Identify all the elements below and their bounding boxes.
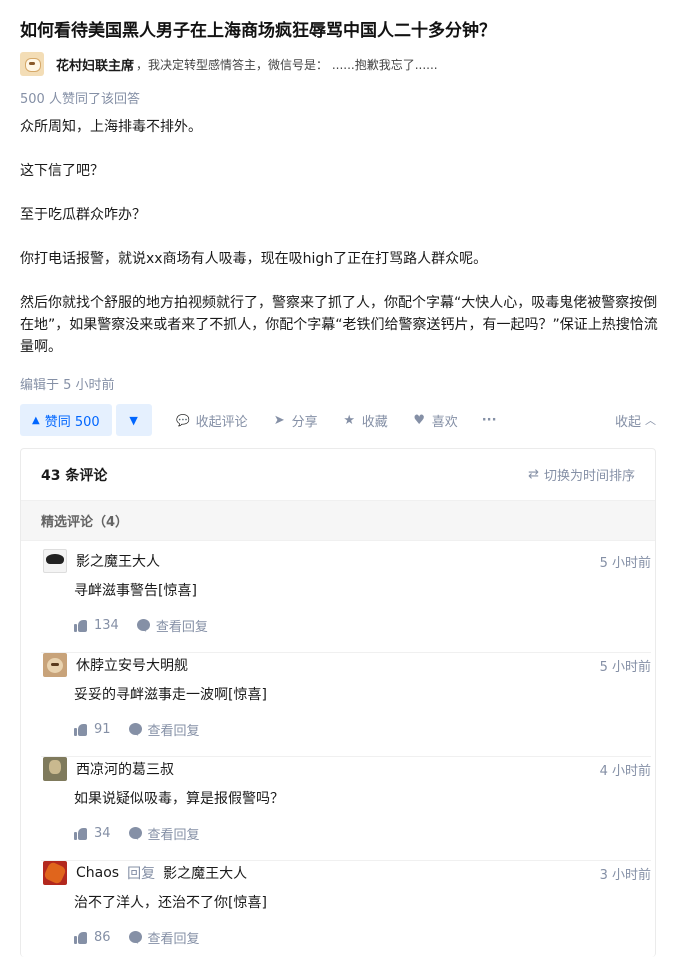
heart-icon: ♥ bbox=[413, 412, 426, 428]
answer-content: 众所周知，上海排毒不排外。 这下信了吧？ 至于吃瓜群众咋办？ 你打电话报警，就说… bbox=[20, 116, 660, 358]
comment-like-button[interactable]: 86 bbox=[74, 930, 111, 945]
comment-like-button[interactable]: 91 bbox=[74, 722, 111, 737]
comments-count: 43 条评论 bbox=[41, 467, 108, 484]
comment-like-button[interactable]: 34 bbox=[74, 826, 111, 841]
comment-text: 治不了洋人，还治不了你[惊喜] bbox=[74, 895, 267, 911]
view-replies-label: 查看回复 bbox=[155, 619, 208, 635]
comment-text: 如果说疑似吸毒，算是报假警吗？ bbox=[74, 791, 284, 807]
favorite-button[interactable]: ★ 收藏 bbox=[342, 411, 388, 430]
commenter-name[interactable]: 西凉河的葛三叔 bbox=[76, 759, 174, 779]
comment-item: 影之魔王大人 5 小时前 寻衅滋事警告[惊喜] 134 查看回复 bbox=[41, 549, 651, 653]
comment-bubble-icon bbox=[128, 723, 142, 735]
more-icon: ··· bbox=[481, 412, 497, 428]
comment-item: 休脖立安号大明舰 5 小时前 妥妥的寻衅滋事走一波啊[惊喜] 91 查看回复 bbox=[41, 653, 651, 757]
thumbs-up-icon bbox=[74, 619, 88, 632]
collapse-comments-button[interactable]: 💬 收起评论 bbox=[176, 411, 248, 430]
view-replies-button[interactable]: 查看回复 bbox=[128, 720, 200, 739]
star-icon: ★ bbox=[343, 412, 356, 428]
collapse-button[interactable]: 收起 ︿ bbox=[615, 411, 656, 430]
chevron-up-icon: ︿ bbox=[645, 414, 656, 427]
commenter-avatar[interactable] bbox=[43, 549, 67, 573]
answer-paragraph: 至于吃瓜群众咋办？ bbox=[20, 207, 146, 223]
edit-time[interactable]: 编辑于 5 小时前 bbox=[20, 374, 115, 393]
author-bio: ，我决定转型感情答主，微信号是： ......抱歉我忘了...... bbox=[136, 57, 438, 72]
thumbs-up-icon bbox=[74, 827, 88, 840]
comment-bubble-icon bbox=[128, 827, 142, 839]
comments-panel: 43 条评论 ⇄ 切换为时间排序 精选评论（4） 影之魔王大人 5 小时前 寻衅… bbox=[20, 448, 656, 957]
triangle-down-icon: ▼ bbox=[129, 413, 138, 427]
comment-actions: 34 查看回复 bbox=[74, 823, 200, 843]
comment-header: 休脖立安号大明舰 5 小时前 bbox=[41, 653, 651, 677]
comment-time: 3 小时前 bbox=[599, 867, 651, 883]
downvote-button[interactable]: ▼ bbox=[115, 404, 152, 436]
answer-paragraph: 你打电话报警，就说xx商场有人吸毒，现在吸high了正在打骂路人群众呢。 bbox=[20, 251, 488, 267]
answer-paragraph: 众所周知，上海排毒不排外。 bbox=[20, 119, 202, 135]
comment-header: Chaos 回复 影之魔王大人 3 小时前 bbox=[41, 861, 651, 885]
upvote-label: 赞同 500 bbox=[44, 414, 100, 430]
more-button[interactable]: ··· bbox=[482, 413, 497, 428]
featured-comments-header: 精选评论（4） bbox=[21, 501, 655, 541]
view-replies-label: 查看回复 bbox=[147, 931, 200, 947]
comment-item: Chaos 回复 影之魔王大人 3 小时前 治不了洋人，还治不了你[惊喜] 86… bbox=[41, 861, 651, 957]
vote-summary[interactable]: 500 人赞同了该回答 bbox=[20, 88, 140, 107]
comment-bubble-icon bbox=[136, 619, 150, 631]
like-button[interactable]: ♥ 喜欢 bbox=[412, 411, 458, 430]
comment-actions: 86 查看回复 bbox=[74, 927, 200, 947]
author-row: 花村妇联主席 ，我决定转型感情答主，微信号是： ......抱歉我忘了.....… bbox=[20, 52, 438, 76]
commenter-name[interactable]: 休脖立安号大明舰 bbox=[76, 655, 188, 675]
answer-paragraph: 这下信了吧？ bbox=[20, 163, 104, 179]
comment-like-count: 91 bbox=[94, 721, 111, 737]
triangle-up-icon: ▲ bbox=[32, 414, 40, 426]
share-label: 分享 bbox=[291, 414, 318, 430]
view-replies-label: 查看回复 bbox=[147, 723, 200, 739]
question-title[interactable]: 如何看待美国黑人男子在上海商场疯狂辱骂中国人二十多分钟？ bbox=[20, 18, 660, 44]
comment-like-count: 34 bbox=[94, 825, 111, 841]
action-bar: ▲ 赞同 500 ▼ 💬 收起评论 ➤ 分享 ★ 收藏 ♥ 喜欢 ··· 收起 … bbox=[20, 404, 656, 436]
share-icon: ➤ bbox=[273, 412, 285, 428]
like-label: 喜欢 bbox=[431, 414, 458, 430]
reply-indicator: 回复 bbox=[127, 866, 156, 882]
comment-time: 5 小时前 bbox=[599, 555, 651, 571]
comment-like-button[interactable]: 134 bbox=[74, 618, 119, 633]
comment-text: 妥妥的寻衅滋事走一波啊[惊喜] bbox=[74, 687, 267, 703]
collapse-comments-label: 收起评论 bbox=[195, 414, 248, 430]
commenter-name[interactable]: Chaos bbox=[76, 865, 119, 881]
comment-like-count: 134 bbox=[94, 617, 119, 633]
thumbs-up-icon bbox=[74, 723, 88, 736]
comment-time: 4 小时前 bbox=[599, 763, 651, 779]
comment-text: 寻衅滋事警告[惊喜] bbox=[74, 583, 197, 599]
view-replies-button[interactable]: 查看回复 bbox=[128, 824, 200, 843]
view-replies-button[interactable]: 查看回复 bbox=[136, 616, 208, 635]
comment-bubble-icon bbox=[128, 931, 142, 943]
reply-target-name[interactable]: 影之魔王大人 bbox=[163, 863, 247, 883]
comment-time: 5 小时前 bbox=[599, 659, 651, 675]
comment-actions: 134 查看回复 bbox=[74, 615, 208, 635]
commenter-avatar[interactable] bbox=[43, 653, 67, 677]
view-replies-label: 查看回复 bbox=[147, 827, 200, 843]
answer-paragraph: 然后你就找个舒服的地方拍视频就行了，警察来了抓了人，你配个字幕“大快人心，吸毒鬼… bbox=[20, 295, 658, 355]
collapse-label: 收起 bbox=[614, 414, 641, 430]
sort-toggle-label: 切换为时间排序 bbox=[543, 469, 635, 484]
swap-icon: ⇄ bbox=[528, 467, 539, 482]
comment-header: 影之魔王大人 5 小时前 bbox=[41, 549, 651, 573]
upvote-button[interactable]: ▲ 赞同 500 bbox=[20, 404, 112, 436]
commenter-avatar[interactable] bbox=[43, 861, 67, 885]
comment-icon: 💬 bbox=[176, 413, 190, 427]
share-button[interactable]: ➤ 分享 bbox=[272, 411, 318, 430]
view-replies-button[interactable]: 查看回复 bbox=[128, 928, 200, 947]
author-name[interactable]: 花村妇联主席 bbox=[56, 55, 134, 74]
comments-header: 43 条评论 ⇄ 切换为时间排序 bbox=[21, 449, 655, 501]
thumbs-up-icon bbox=[74, 931, 88, 944]
comment-actions: 91 查看回复 bbox=[74, 719, 200, 739]
commenter-name[interactable]: 影之魔王大人 bbox=[76, 551, 160, 571]
author-avatar[interactable] bbox=[20, 52, 44, 76]
comment-item: 西凉河的葛三叔 4 小时前 如果说疑似吸毒，算是报假警吗？ 34 查看回复 bbox=[41, 757, 651, 861]
favorite-label: 收藏 bbox=[361, 414, 388, 430]
sort-toggle-button[interactable]: ⇄ 切换为时间排序 bbox=[528, 465, 635, 484]
comment-header: 西凉河的葛三叔 4 小时前 bbox=[41, 757, 651, 781]
commenter-avatar[interactable] bbox=[43, 757, 67, 781]
comment-like-count: 86 bbox=[94, 929, 111, 945]
